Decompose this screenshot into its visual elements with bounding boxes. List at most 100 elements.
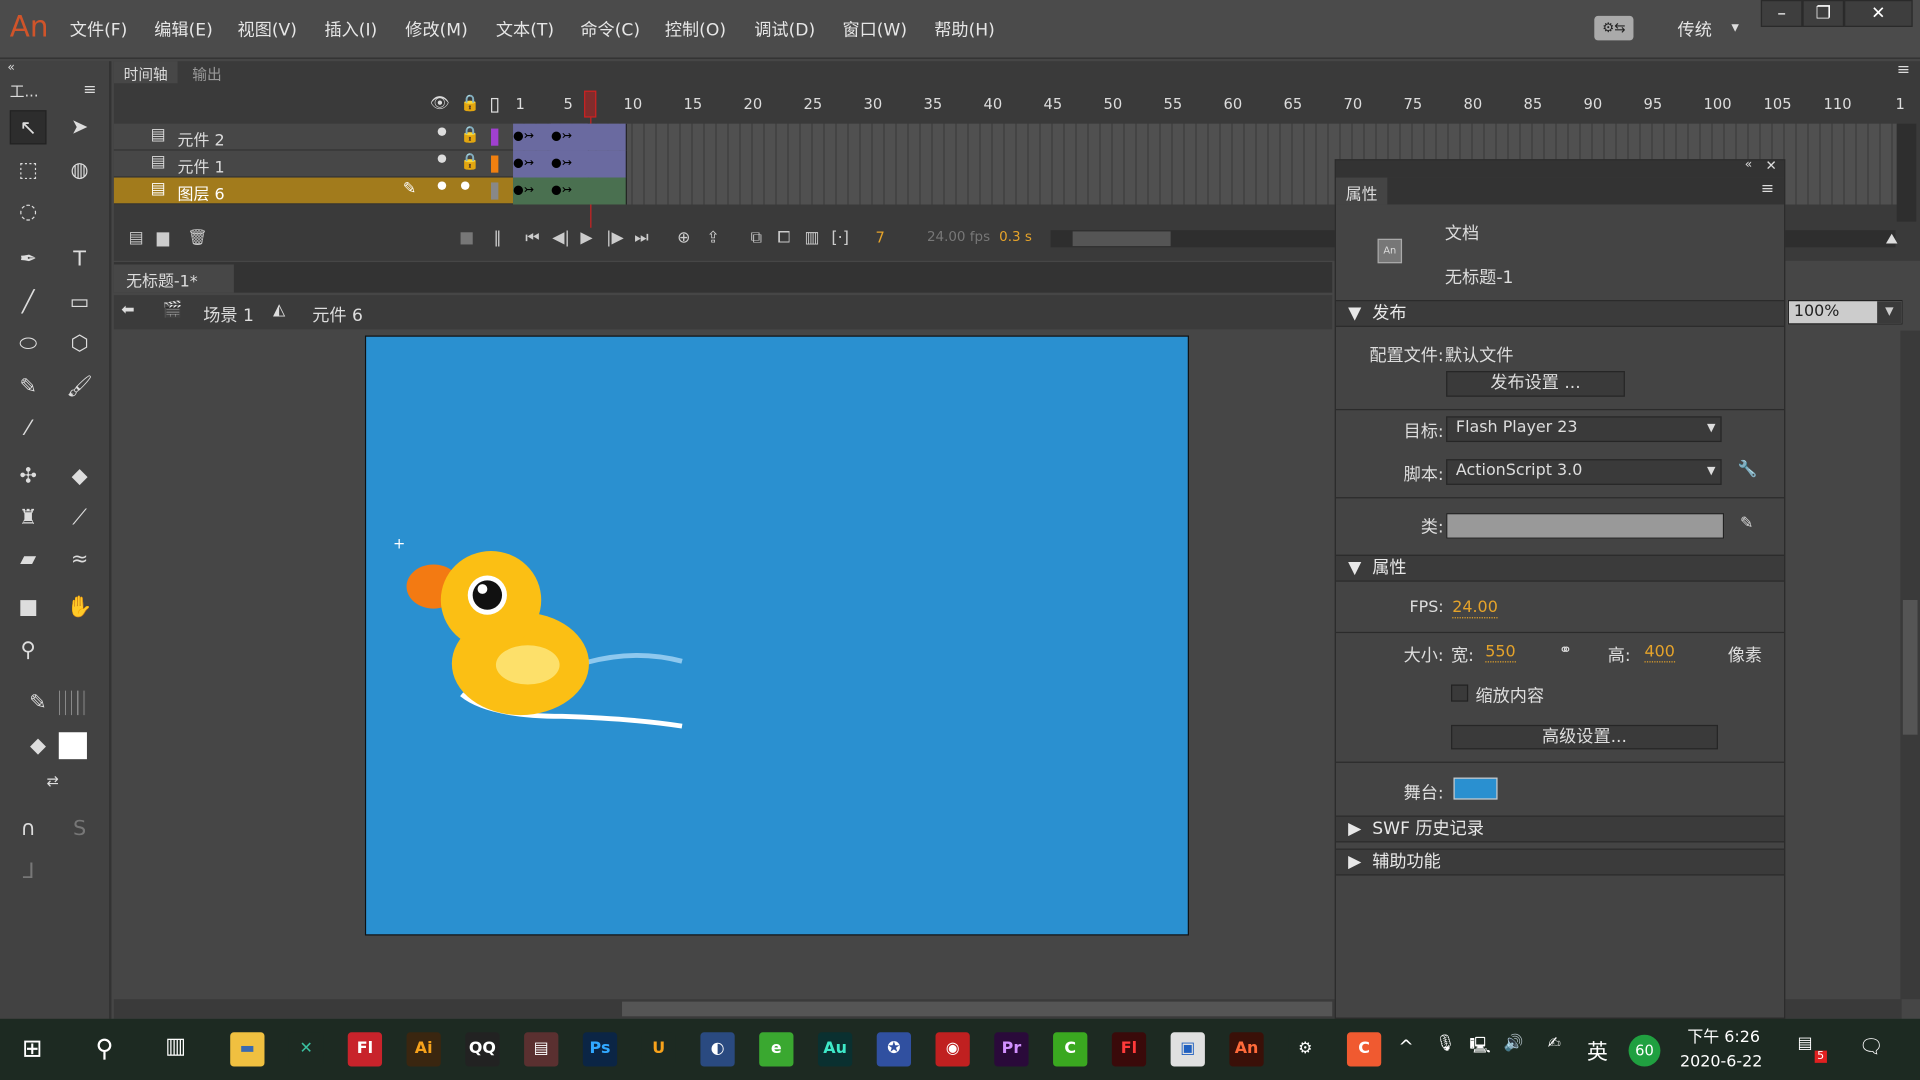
line-tool-icon[interactable]: ╱ <box>10 285 47 319</box>
stroke-swatch[interactable] <box>58 690 86 716</box>
paint-bucket-tool-icon[interactable]: ◆ <box>61 459 98 493</box>
play-icon[interactable]: ▶ <box>580 229 592 247</box>
new-folder-icon[interactable]: ▆ <box>157 229 169 247</box>
taskbar-app-icon[interactable]: Ps <box>582 1032 618 1067</box>
layer-name[interactable]: 元件 2 <box>178 127 225 150</box>
breadcrumb-scene[interactable]: 场景 1 <box>203 302 254 326</box>
visibility-dot[interactable]: ● <box>437 126 447 138</box>
close-icon[interactable]: ✕ <box>1765 158 1776 174</box>
loop-icon[interactable]: ⇪ <box>707 229 720 247</box>
bone-tool-icon[interactable]: ✣ <box>10 459 47 493</box>
eyedropper-tool-icon[interactable]: ⟋ <box>61 501 98 535</box>
ink-bottle-tool-icon[interactable]: ♜ <box>10 501 47 535</box>
center-frame-icon[interactable]: ⊕ <box>677 229 690 247</box>
height-value[interactable]: 400 <box>1644 643 1675 663</box>
section-swf-history[interactable]: ▶ SWF 历史记录 <box>1335 815 1785 843</box>
task-view-icon[interactable]: ▥ <box>165 1033 186 1059</box>
text-tool-icon[interactable]: T <box>61 242 98 276</box>
menu-window[interactable]: 窗口(W) <box>842 17 907 41</box>
taskbar-app-icon[interactable]: U <box>641 1032 676 1067</box>
taskbar-app-icon[interactable]: ▤ <box>524 1032 559 1067</box>
taskbar-app-icon[interactable]: ✪ <box>876 1032 912 1067</box>
layer-name[interactable]: 元件 1 <box>178 154 225 177</box>
layer-row[interactable]: ▤ 元件 1 ● 🔒 <box>113 150 514 178</box>
oval-tool-icon[interactable]: ⬭ <box>10 327 47 361</box>
restore-button[interactable]: ❐ <box>1802 0 1845 27</box>
rectangle-tool-icon[interactable]: ▭ <box>61 285 98 319</box>
layer-name[interactable]: 图层 6 <box>178 181 225 204</box>
stage-vscrollbar[interactable] <box>1900 330 1920 1000</box>
taskbar-app-icon[interactable]: Pr <box>994 1032 1029 1067</box>
step-back-icon[interactable]: ◀| <box>552 229 570 247</box>
chevron-down-icon[interactable]: ▼ <box>1731 22 1739 33</box>
timeline-vscrollbar[interactable] <box>1896 123 1917 222</box>
menu-modify[interactable]: 修改(M) <box>405 17 467 41</box>
taskbar-app-icon[interactable]: e <box>759 1032 794 1067</box>
menu-help[interactable]: 帮助(H) <box>934 17 995 41</box>
outline-icon[interactable] <box>491 97 499 113</box>
clock-time[interactable]: 下午 6:26 <box>1687 1024 1760 1047</box>
width-tool-icon[interactable]: ≈ <box>61 542 98 576</box>
taskbar-app-icon[interactable]: Ai <box>406 1032 441 1067</box>
menu-commands[interactable]: 命令(C) <box>580 17 640 41</box>
action-center-icon[interactable]: 🗨 <box>1859 1035 1884 1058</box>
edit-pencil-icon[interactable]: ✎ <box>1740 514 1753 532</box>
elapsed-time[interactable]: 0.3 s <box>999 229 1032 245</box>
fill-color-icon[interactable]: ◆ <box>20 729 57 763</box>
network-icon[interactable]: 🖳 <box>1469 1035 1490 1062</box>
onion-skin-icon[interactable]: ⧉ <box>751 229 762 247</box>
tray-expand-icon[interactable]: ^ <box>1398 1036 1413 1058</box>
fill-swatch[interactable] <box>58 732 87 760</box>
step-forward-icon[interactable]: |▶ <box>606 229 624 247</box>
pen-tool-icon[interactable]: ✒ <box>10 242 47 276</box>
lock-icon[interactable]: 🔒 <box>460 126 480 144</box>
visibility-dot[interactable]: ● <box>437 153 447 165</box>
menu-edit[interactable]: 编辑(E) <box>154 17 213 41</box>
menu-insert[interactable]: 插入(I) <box>324 17 377 41</box>
microphone-icon[interactable]: 🎙 <box>1435 1035 1455 1053</box>
lock-icon[interactable]: 🔒 <box>460 94 480 112</box>
hand-tool-icon[interactable]: ✋ <box>61 590 98 624</box>
panel-menu-icon[interactable]: ≡ <box>1897 61 1910 79</box>
stage-color-swatch[interactable] <box>1453 777 1498 800</box>
edit-multiple-icon[interactable]: ▥ <box>804 229 819 247</box>
stage[interactable]: + <box>364 335 1189 936</box>
free-transform-tool-icon[interactable]: ⬚ <box>10 153 47 187</box>
panel-menu-icon[interactable]: ≡ <box>83 81 96 99</box>
taskbar-app-icon[interactable]: QQ <box>465 1032 500 1067</box>
delete-layer-icon[interactable]: 🗑 <box>187 229 207 247</box>
search-icon[interactable]: ⚲ <box>96 1033 114 1062</box>
3d-rotation-tool-icon[interactable]: ◍ <box>61 153 98 187</box>
pencil-tool-icon[interactable]: ✎ <box>10 370 47 404</box>
volume-icon[interactable]: 🔊 <box>1504 1035 1524 1053</box>
camera-tool-icon[interactable]: ■ <box>10 590 47 624</box>
close-button[interactable]: ✕ <box>1844 0 1913 27</box>
taskbar-app-icon[interactable]: Fl <box>1111 1032 1147 1067</box>
lock-dot[interactable]: ● <box>460 180 470 192</box>
eraser-tool-icon[interactable]: ▰ <box>10 542 47 576</box>
class-input[interactable] <box>1446 513 1725 539</box>
menu-file[interactable]: 文件(F) <box>70 17 128 41</box>
menu-control[interactable]: 控制(O) <box>665 17 726 41</box>
back-arrow-icon[interactable]: ⬅ <box>121 301 134 319</box>
taskbar-app-icon[interactable]: ▣ <box>1170 1032 1205 1067</box>
camera-icon[interactable]: ■ <box>459 229 474 247</box>
tween-span[interactable]: ●↣ <box>551 177 627 205</box>
frame-rate[interactable]: 24.00 fps <box>927 229 990 245</box>
first-frame-icon[interactable]: ⏮ <box>525 229 539 247</box>
app-icon[interactable]: ✕ <box>288 1032 324 1067</box>
taskbar-app-icon[interactable]: ◉ <box>935 1032 970 1067</box>
tween-span[interactable]: ●↣ <box>551 150 627 178</box>
publish-settings-button[interactable]: 发布设置 ... <box>1446 371 1625 397</box>
paint-brush-tool-icon[interactable]: 🖌 <box>61 370 98 404</box>
sync-settings-icon[interactable]: ⚙⇆ <box>1594 15 1634 41</box>
stroke-color-icon[interactable]: ✎ <box>20 686 57 720</box>
onion-outline-icon[interactable]: ⧠ <box>778 229 791 247</box>
layer-row[interactable]: ▤ 元件 2 ● 🔒 <box>113 123 514 151</box>
menu-text[interactable]: 文本(T) <box>496 17 554 41</box>
visibility-dot[interactable]: ● <box>437 180 447 192</box>
current-frame[interactable]: 7 <box>876 229 885 246</box>
ime-indicator[interactable]: 英 <box>1587 1035 1608 1065</box>
chevron-down-icon[interactable]: ▼ <box>1877 301 1902 324</box>
subselection-tool-icon[interactable]: ➤ <box>61 110 98 144</box>
